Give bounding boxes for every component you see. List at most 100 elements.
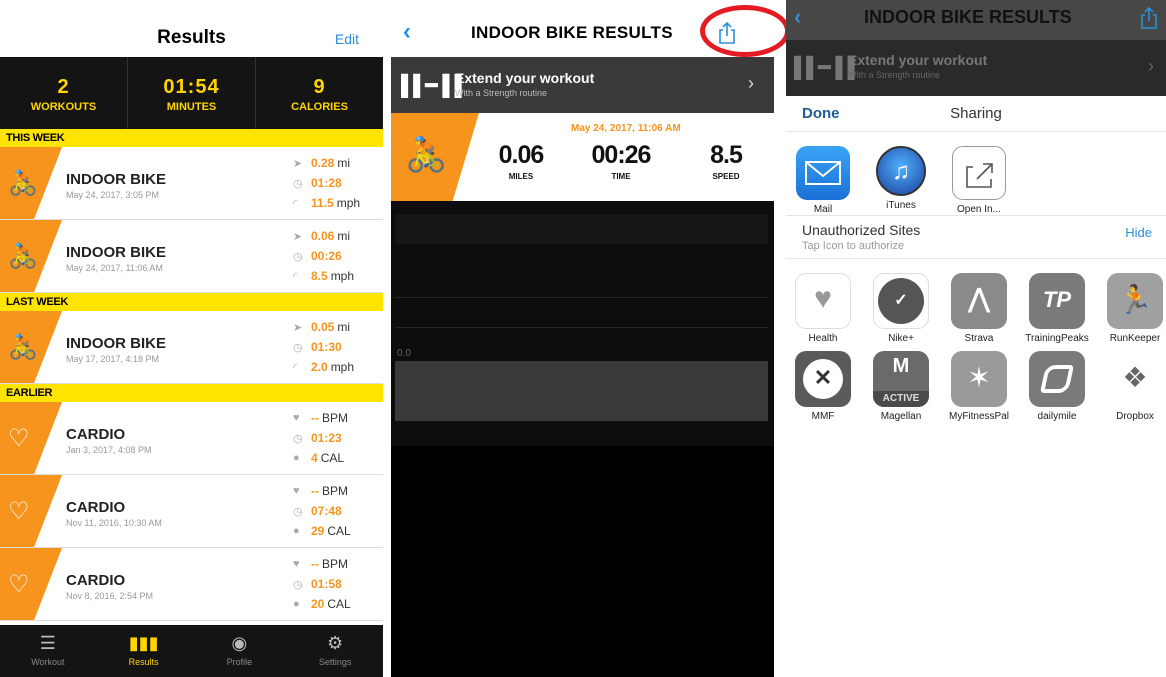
dumbbell-icon: ▌▌━▐▐ <box>794 57 855 79</box>
workout-date: May 24, 2017, 3:05 PM <box>66 190 160 200</box>
summary-workouts: 2 WORKOUTS <box>0 57 128 129</box>
summary-value: 01:54 <box>163 76 220 98</box>
distance-icon: ➤ <box>293 230 303 243</box>
share-open-in[interactable]: Open In... <box>944 146 1014 215</box>
workout-name: INDOOR BIKE <box>66 171 167 188</box>
workout-detail-screen: ‹ INDOOR BIKE RESULTS ▌▌━▐▐ Extend your … <box>391 0 774 677</box>
workout-row[interactable]: 🚴 INDOOR BIKE May 24, 2017, 11:06 AM ➤ 0.… <box>0 220 383 293</box>
tab-bar: ☰ Workout ▮▮▮ Results ◉ Profile ⚙ Settin… <box>0 625 383 677</box>
nav-bar: Results Edit <box>0 0 383 57</box>
share-itunes[interactable]: ♫ iTunes <box>866 146 936 211</box>
extend-workout-banner[interactable]: ▌▌━▐▐ Extend your workout With a Strengt… <box>391 57 774 113</box>
site-magellan[interactable]: M ACTIVE Magellan <box>866 351 936 422</box>
workout-date: May 24, 2017, 11:06 AM <box>66 263 163 273</box>
myfitnesspal-icon: ✶ <box>951 351 1007 407</box>
done-button[interactable]: Done <box>802 105 840 122</box>
bike-icon: 🚴 <box>8 334 38 361</box>
summary-label: CALORIES <box>291 101 348 113</box>
edit-button[interactable]: Edit <box>335 31 359 47</box>
nike-icon: ✓ <box>873 273 929 329</box>
tab-profile[interactable]: ◉ Profile <box>192 625 288 677</box>
distance-icon: ➤ <box>293 157 303 170</box>
unauthorized-sites-grid: ♥ Health ✓ Nike+ ⋀ Strava TP TrainingPea… <box>786 258 1166 422</box>
workout-name: CARDIO <box>66 499 126 516</box>
workout-date: May 17, 2017, 4:18 PM <box>66 354 160 364</box>
sheet-title: Sharing <box>950 105 1002 122</box>
bike-icon: 🚴 <box>8 243 38 270</box>
site-dropbox[interactable]: ❖ Dropbox <box>1100 351 1166 422</box>
heart-icon: ♡ <box>8 498 30 525</box>
distance-icon: ➤ <box>293 321 303 334</box>
workout-row[interactable]: 🚴 INDOOR BIKE May 24, 2017, 3:05 PM ➤ 0.2… <box>0 147 383 220</box>
unauthorized-subtitle: Tap Icon to authorize <box>802 240 905 252</box>
metric-miles: 0.06 MILES <box>498 141 545 181</box>
site-nike[interactable]: ✓ Nike+ <box>866 273 936 344</box>
site-dailymile[interactable]: dailymile <box>1022 351 1092 422</box>
chevron-right-icon: › <box>748 73 754 93</box>
workout-row[interactable]: ♡ CARDIO Nov 8, 2016, 2:54 PM ♥ -- BPM ◷ 01… <box>0 548 383 621</box>
chevron-right-icon: › <box>1148 56 1154 76</box>
site-mmf[interactable]: ✕ MMF <box>788 351 858 422</box>
trainingpeaks-icon: TP <box>1029 273 1085 329</box>
site-myfitnesspal[interactable]: ✶ MyFitnessPal <box>944 351 1014 422</box>
sharing-screen: ‹ INDOOR BIKE RESULTS ▌▌━▐▐ Extend your … <box>786 0 1166 677</box>
nav-bar-dimmed: ‹ INDOOR BIKE RESULTS <box>786 0 1166 40</box>
share-mail[interactable]: Mail <box>788 146 858 215</box>
tab-workout[interactable]: ☰ Workout <box>0 625 96 677</box>
page-title: INDOOR BIKE RESULTS <box>864 7 1072 27</box>
metric-time: 00:26 TIME <box>591 141 652 181</box>
bike-icon: 🚴 <box>405 136 448 174</box>
extend-title: Extend your workout <box>848 52 988 68</box>
strava-icon: ⋀ <box>951 273 1007 329</box>
clock-icon: ◷ <box>293 341 303 354</box>
sharing-header: Sharing Done <box>786 96 1166 132</box>
summary-value: 9 <box>313 76 326 98</box>
speed-icon: ◜ <box>293 197 298 210</box>
dropbox-icon: ❖ <box>1107 351 1163 407</box>
workout-date: Nov 11, 2016, 10:30 AM <box>66 518 162 528</box>
site-health[interactable]: ♥ Health <box>788 273 858 344</box>
workout-row[interactable]: ♡ CARDIO Nov 11, 2016, 10:30 AM ♥ -- BPM ◷… <box>0 475 383 548</box>
share-app-row: Mail ♫ iTunes Open In... <box>786 132 1166 216</box>
hide-button[interactable]: Hide <box>1125 225 1152 240</box>
mail-icon <box>796 146 850 200</box>
site-strava[interactable]: ⋀ Strava <box>944 273 1014 344</box>
flame-icon: ● <box>293 452 300 464</box>
workout-name: INDOOR BIKE <box>66 335 167 352</box>
workout-date: Nov 8, 2016, 2:54 PM <box>66 591 154 601</box>
workout-row[interactable]: 🚴 INDOOR BIKE May 17, 2017, 4:18 PM ➤ 0.0… <box>0 311 383 384</box>
workout-datetime: May 24, 2017, 11:06 AM <box>571 123 681 134</box>
heart-rate-icon: ♥ <box>293 485 300 497</box>
extend-subtitle: With a Strength routine <box>848 70 941 80</box>
summary-value: 2 <box>57 76 70 98</box>
workout-name: INDOOR BIKE <box>66 244 167 261</box>
workout-date: Jan 3, 2017, 4:08 PM <box>66 445 152 455</box>
unauthorized-title: Unauthorized Sites <box>802 222 921 238</box>
back-chevron-icon[interactable]: ‹ <box>403 18 411 46</box>
workout-row[interactable]: ♡ CARDIO Jan 3, 2017, 4:08 PM ♥ -- BPM ◷ 01… <box>0 402 383 475</box>
tab-settings[interactable]: ⚙ Settings <box>287 625 383 677</box>
extend-workout-banner: ▌▌━▐▐ Extend your workout With a Strengt… <box>786 40 1166 96</box>
bars-icon: ▮▮▮ <box>128 633 159 653</box>
bike-icon: 🚴 <box>8 170 38 197</box>
unauthorized-sites-header: Unauthorized Sites Tap Icon to authorize… <box>786 216 1166 258</box>
clock-icon: ◷ <box>293 505 303 518</box>
summary-label: WORKOUTS <box>30 101 97 113</box>
summary-calories: 9 CALORIES <box>256 57 383 129</box>
summary-minutes: 01:54 MINUTES <box>128 57 256 129</box>
share-icon[interactable] <box>1140 7 1158 29</box>
metric-speed: 8.5 SPEED <box>710 141 743 181</box>
itunes-icon: ♫ <box>876 146 926 196</box>
site-runkeeper[interactable]: 🏃 RunKeeper <box>1100 273 1166 344</box>
flame-icon: ● <box>293 525 300 537</box>
heart-rate-icon: ♥ <box>293 412 300 424</box>
back-chevron-icon[interactable]: ‹ <box>794 4 801 30</box>
share-highlight-ring <box>700 5 790 57</box>
heart-icon: ♡ <box>8 571 30 598</box>
site-trainingpeaks[interactable]: TP TrainingPeaks <box>1022 273 1092 344</box>
health-icon: ♥ <box>795 273 851 329</box>
extend-title: Extend your workout <box>455 70 595 86</box>
profile-icon: ◉ <box>231 633 248 653</box>
tab-results[interactable]: ▮▮▮ Results <box>96 625 192 677</box>
open-in-icon <box>952 146 1006 200</box>
